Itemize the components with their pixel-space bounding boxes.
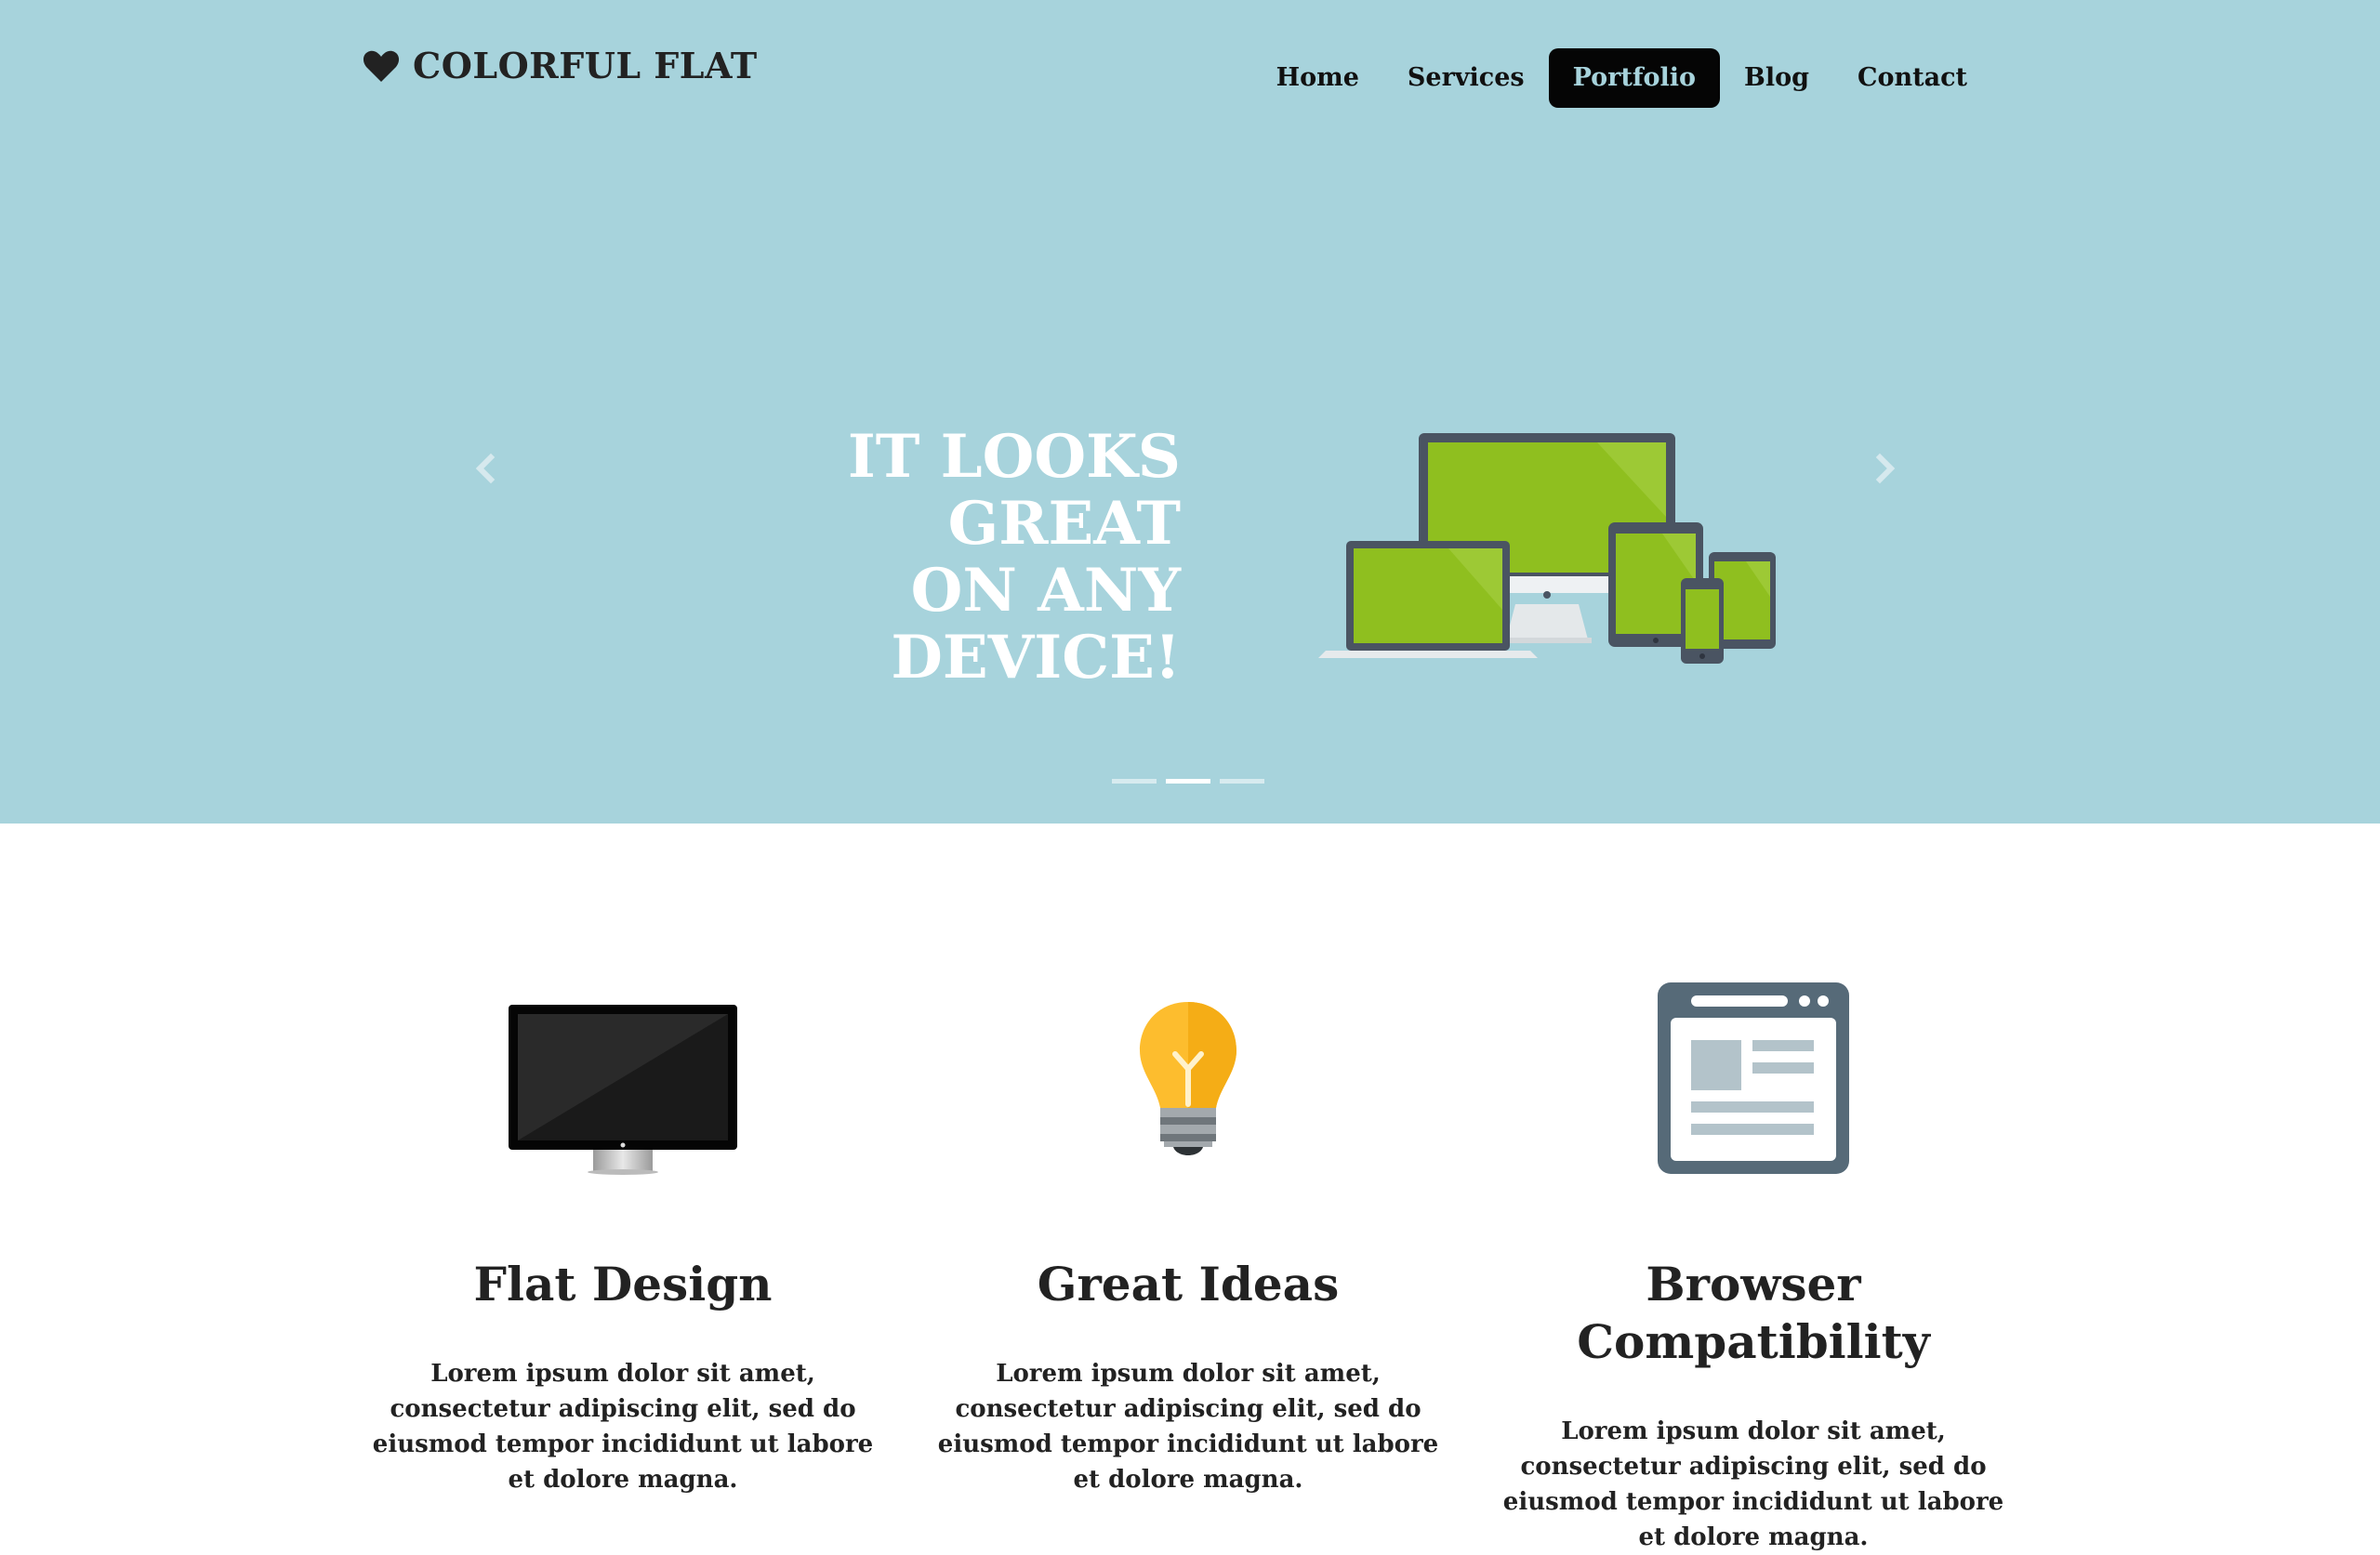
lightbulb-icon xyxy=(928,967,1448,1190)
heart-icon xyxy=(363,49,400,83)
hero-carousel: COLORFUL FLAT Home Services Portfolio Bl… xyxy=(0,0,2380,824)
brand-logo[interactable]: COLORFUL FLAT xyxy=(363,45,758,86)
nav-blog[interactable]: Blog xyxy=(1720,48,1833,108)
brand-name: COLORFUL FLAT xyxy=(413,45,758,86)
feature-description: Lorem ipsum dolor sit amet, consectetur … xyxy=(1502,1417,2004,1551)
carousel-indicator-1[interactable] xyxy=(1112,779,1157,784)
chevron-left-icon xyxy=(472,452,498,485)
feature-title: Browser Compatibility xyxy=(1577,1257,1930,1369)
carousel-indicators xyxy=(1112,779,1264,784)
nav-portfolio[interactable]: Portfolio xyxy=(1548,48,1721,108)
nav-home[interactable]: Home xyxy=(1252,48,1383,108)
devices-illustration xyxy=(1318,433,1783,665)
nav-contact[interactable]: Contact xyxy=(1833,48,1991,108)
nav-services[interactable]: Services xyxy=(1383,48,1549,108)
feature-title: Great Ideas xyxy=(1037,1257,1340,1311)
carousel-indicator-3[interactable] xyxy=(1220,779,1264,784)
browser-window-icon xyxy=(1493,967,2014,1190)
monitor-icon xyxy=(363,967,883,1190)
feature-flat-design: Flat Design Lorem ipsum dolor sit amet, … xyxy=(363,967,883,1497)
feature-description: Lorem ipsum dolor sit amet, consectetur … xyxy=(937,1360,1439,1494)
hero-heading: IT LOOKS GREAT ON ANY DEVICE! xyxy=(641,424,1181,692)
carousel-next-button[interactable] xyxy=(1872,452,1898,485)
feature-browser-compatibility: Browser Compatibility Lorem ipsum dolor … xyxy=(1493,967,2014,1555)
hero-heading-line-2: ON ANY DEVICE! xyxy=(891,556,1181,692)
feature-description: Lorem ipsum dolor sit amet, consectetur … xyxy=(372,1360,874,1494)
chevron-right-icon xyxy=(1872,452,1898,485)
main-nav: Home Services Portfolio Blog Contact xyxy=(1252,48,1991,108)
hero-heading-line-1: IT LOOKS GREAT xyxy=(847,422,1181,559)
carousel-prev-button[interactable] xyxy=(472,452,498,485)
feature-title: Flat Design xyxy=(473,1257,773,1311)
feature-great-ideas: Great Ideas Lorem ipsum dolor sit amet, … xyxy=(928,967,1448,1497)
carousel-indicator-2[interactable] xyxy=(1166,779,1210,784)
